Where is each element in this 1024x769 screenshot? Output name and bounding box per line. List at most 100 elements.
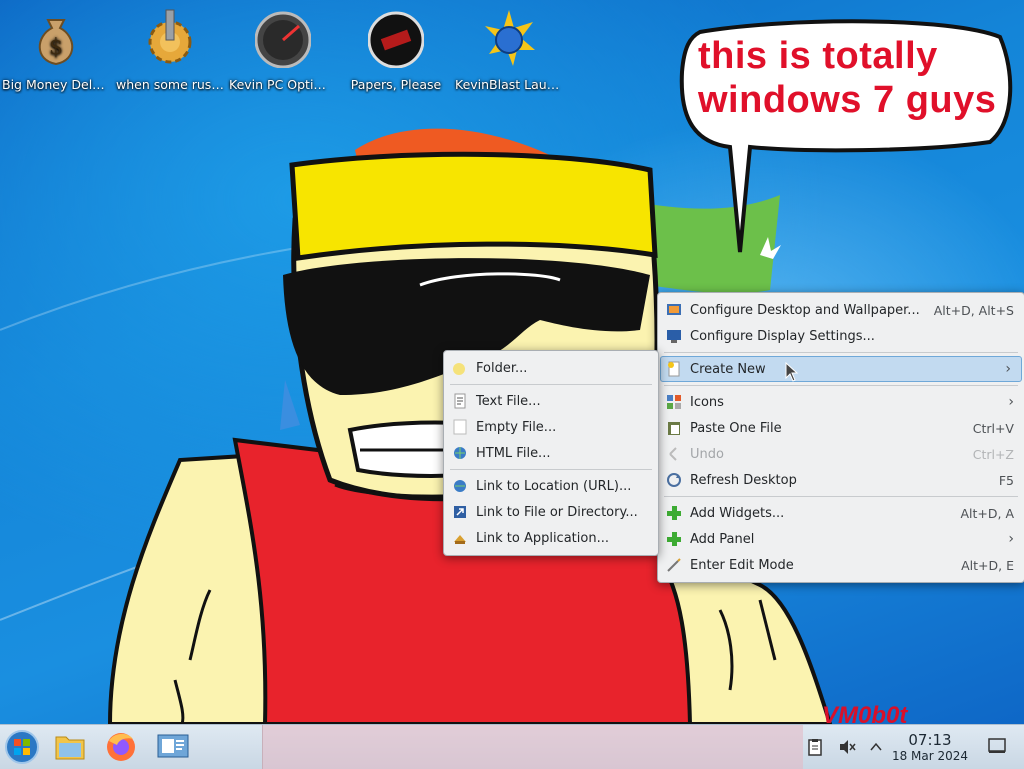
desktop-icon-kevin-optimizer[interactable]: Kevin PC Optimizer Ho... — [227, 8, 339, 94]
undo-icon — [666, 446, 682, 462]
menu-undo[interactable]: Undo Ctrl+Z — [658, 441, 1024, 467]
clipboard-icon[interactable] — [806, 738, 824, 756]
bubble-line-1: this is totally — [698, 35, 938, 77]
mouse-cursor-icon — [785, 362, 799, 382]
menu-configure-display[interactable]: Configure Display Settings... — [658, 323, 1024, 349]
menu-label: Folder... — [476, 360, 528, 376]
clock-time: 07:13 — [908, 731, 952, 749]
menu-shortcut: F5 — [998, 472, 1014, 488]
menu-label: HTML File... — [476, 445, 551, 461]
system-tray — [806, 725, 884, 769]
desktop-icon-label: Papers, Please — [350, 77, 442, 92]
menu-label: Enter Edit Mode — [690, 557, 794, 573]
menu-label: Empty File... — [476, 419, 557, 435]
gear-lock-icon — [142, 8, 198, 68]
system-settings-icon[interactable] — [154, 729, 194, 765]
clock-date: 18 Mar 2024 — [891, 749, 969, 763]
menu-create-new[interactable]: Create New › — [660, 356, 1022, 382]
text-file-icon — [452, 393, 468, 409]
menu-configure-desktop[interactable]: Configure Desktop and Wallpaper... Alt+D… — [658, 297, 1024, 323]
submenu-link-file[interactable]: Link to File or Directory... — [444, 499, 658, 525]
menu-separator — [664, 352, 1018, 353]
menu-label: Link to Application... — [476, 530, 609, 546]
volume-muted-icon[interactable] — [838, 738, 856, 756]
desktop-icon-label: Kevin PC Optimizer Ho... — [229, 77, 339, 92]
display-icon — [666, 328, 682, 344]
menu-label: Configure Desktop and Wallpaper... — [690, 302, 920, 318]
money-bag-icon: $ — [28, 8, 84, 68]
menu-label: Icons — [690, 394, 724, 410]
menu-shortcut: Alt+D, Alt+S — [933, 302, 1014, 318]
firefox-icon[interactable] — [101, 729, 141, 765]
wallpaper-settings-icon — [666, 302, 682, 318]
menu-label: Text File... — [476, 393, 541, 409]
svg-text:$: $ — [49, 35, 63, 60]
show-desktop-icon[interactable] — [988, 738, 1006, 754]
speech-bubble: this is totally windows 7 guys — [670, 12, 1020, 282]
chevron-right-icon: › — [1008, 394, 1014, 410]
desktop-icon-big-money[interactable]: $ Big Money Deluxe — [0, 8, 112, 94]
menu-edit-mode[interactable]: Enter Edit Mode Alt+D, E — [658, 552, 1024, 578]
menu-shortcut: Ctrl+Z — [972, 446, 1014, 462]
desktop-icon-label: KevinBlast Launcher — [455, 77, 565, 92]
kevinblast-icon — [481, 8, 537, 68]
menu-shortcut: Ctrl+V — [972, 420, 1014, 436]
menu-separator — [450, 384, 652, 385]
menu-label: Configure Display Settings... — [690, 328, 875, 344]
submenu-link-url[interactable]: Link to Location (URL)... — [444, 473, 658, 499]
create-new-submenu: Folder... Text File... Empty File... HTM… — [443, 350, 659, 556]
desktop-context-menu: Configure Desktop and Wallpaper... Alt+D… — [657, 292, 1024, 583]
plus-icon — [666, 531, 682, 547]
file-manager-icon[interactable] — [50, 729, 90, 765]
menu-add-widgets[interactable]: Add Widgets... Alt+D, A — [658, 500, 1024, 526]
globe-link-icon — [452, 478, 468, 494]
html-file-icon — [452, 445, 468, 461]
menu-label: Undo — [690, 446, 724, 462]
icons-grid-icon — [666, 394, 682, 410]
plus-icon — [666, 505, 682, 521]
menu-label: Add Panel — [690, 531, 755, 547]
menu-icons[interactable]: Icons › — [658, 389, 1024, 415]
clock[interactable]: 07:13 18 Mar 2024 — [880, 731, 980, 764]
desktop-icon-papers-please[interactable]: Papers, Please — [340, 8, 452, 94]
desktop-icon-kevinblast[interactable]: KevinBlast Launcher — [453, 8, 565, 94]
taskbar: 07:13 18 Mar 2024 — [0, 724, 1024, 769]
menu-paste[interactable]: Paste One File Ctrl+V — [658, 415, 1024, 441]
menu-shortcut: Alt+D, A — [960, 505, 1014, 521]
gauge-icon — [254, 8, 312, 69]
empty-file-icon — [452, 419, 468, 435]
desktop-icon-label: when some russian runs a... — [116, 77, 226, 92]
papers-please-icon — [367, 8, 425, 69]
submenu-html-file[interactable]: HTML File... — [444, 440, 658, 466]
submenu-folder[interactable]: Folder... — [444, 355, 658, 381]
application-icon — [452, 530, 468, 546]
menu-label: Link to Location (URL)... — [476, 478, 632, 494]
submenu-text-file[interactable]: Text File... — [444, 388, 658, 414]
menu-shortcut: Alt+D, E — [961, 557, 1014, 573]
chevron-right-icon: › — [1005, 361, 1011, 377]
submenu-empty-file[interactable]: Empty File... — [444, 414, 658, 440]
chevron-right-icon: › — [1008, 531, 1014, 547]
menu-label: Link to File or Directory... — [476, 504, 638, 520]
desktop-icon-russian[interactable]: when some russian runs a... — [114, 8, 226, 94]
menu-separator — [664, 385, 1018, 386]
edit-pencil-icon — [666, 557, 682, 573]
menu-label: Paste One File — [690, 420, 782, 436]
start-button[interactable] — [2, 729, 42, 765]
menu-separator — [664, 496, 1018, 497]
menu-label: Create New — [690, 361, 766, 377]
desktop-icon-label: Big Money Deluxe — [2, 77, 112, 92]
menu-label: Add Widgets... — [690, 505, 785, 521]
link-arrow-icon — [452, 504, 468, 520]
new-document-icon — [666, 361, 682, 377]
menu-add-panel[interactable]: Add Panel › — [658, 526, 1024, 552]
bubble-line-2: windows 7 guys — [698, 79, 997, 121]
taskbar-window-area — [262, 725, 803, 769]
folder-icon — [452, 360, 468, 376]
submenu-link-app[interactable]: Link to Application... — [444, 525, 658, 551]
refresh-icon — [666, 472, 682, 488]
menu-separator — [450, 469, 652, 470]
paste-icon — [666, 420, 682, 436]
menu-refresh[interactable]: Refresh Desktop F5 — [658, 467, 1024, 493]
menu-label: Refresh Desktop — [690, 472, 797, 488]
